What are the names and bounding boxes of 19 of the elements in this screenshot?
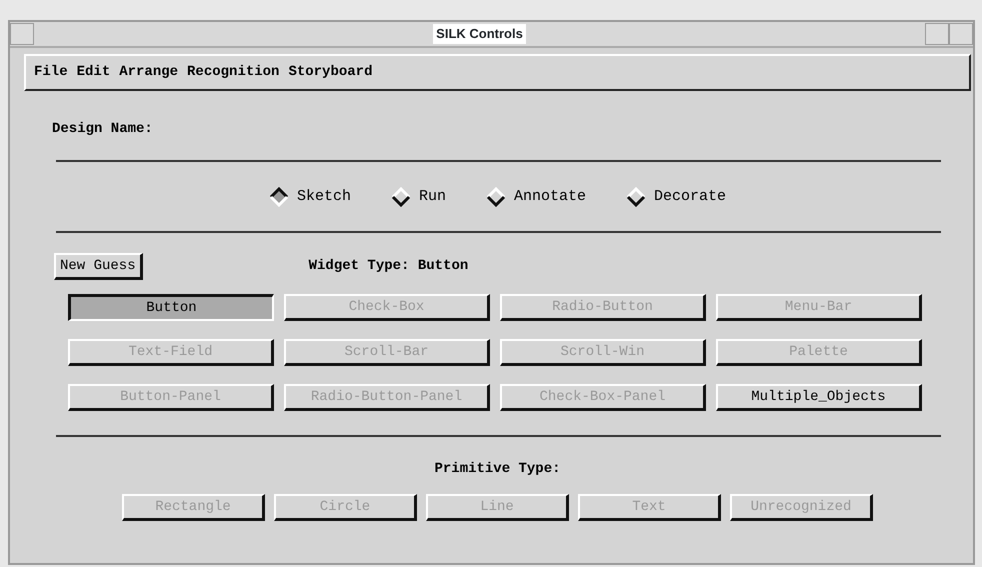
menu-item[interactable]: Recognition: [187, 62, 280, 83]
maximize-button[interactable]: [949, 23, 973, 45]
window-menu-button[interactable]: [10, 23, 34, 45]
window-title: SILK Controls: [433, 24, 526, 44]
new-guess-button[interactable]: New Guess: [54, 252, 143, 280]
widget-type-label: Widget Type: Button: [308, 256, 468, 276]
menu-item[interactable]: Edit: [76, 62, 110, 83]
primitive-type-label: Primitive Type:: [433, 460, 562, 478]
mode-radio[interactable]: Run: [390, 186, 446, 208]
mode-radio[interactable]: Decorate: [626, 186, 726, 208]
menu-item[interactable]: Arrange: [119, 62, 178, 83]
menu-item[interactable]: Storyboard: [288, 62, 372, 83]
widget-type-button[interactable]: Button: [68, 294, 274, 320]
widget-type-button[interactable]: Multiple_Objects: [716, 384, 922, 410]
minimize-button[interactable]: [925, 23, 949, 45]
mode-radio[interactable]: Annotate: [486, 186, 586, 208]
menu-item[interactable]: File: [34, 62, 68, 83]
mode-radio[interactable]: Sketch: [268, 186, 351, 208]
design-name-label: Design Name:: [52, 120, 154, 139]
